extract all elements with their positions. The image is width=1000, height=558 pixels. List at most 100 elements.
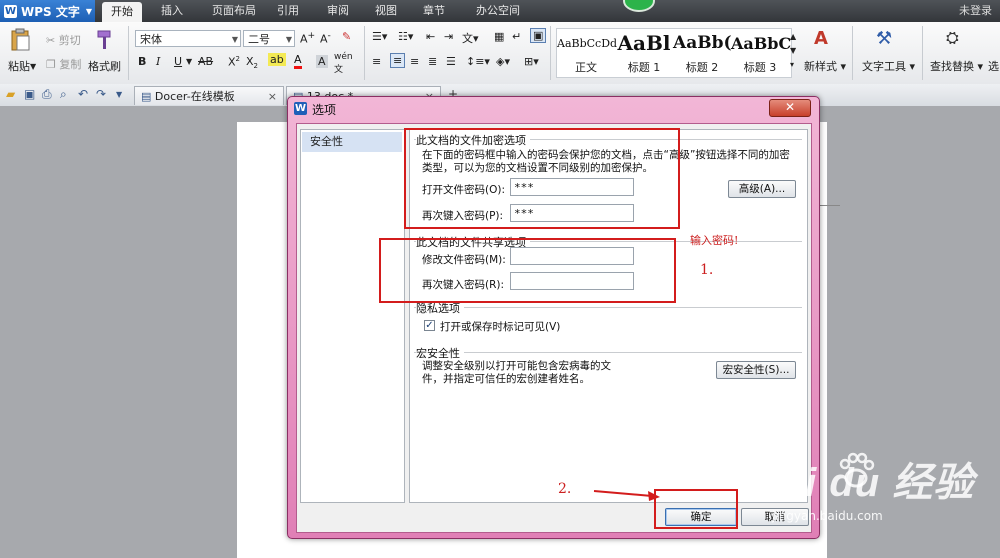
distribute-icon[interactable]: ☰ [446,55,456,68]
advanced-button[interactable]: 高级(A)... [728,180,796,198]
find-replace-button[interactable]: 查找替换 ▾ [930,58,983,74]
macro-section-title: 宏安全性 [416,345,464,361]
annotation-arrow [593,490,660,501]
paste-button[interactable]: 粘贴 [8,58,30,74]
border-icon[interactable]: ⊞▾ [524,55,539,68]
ribbon-separator [550,26,551,80]
style-heading-3[interactable]: AaBbC 标题 3 [731,29,791,77]
login-status[interactable]: 未登录 [959,0,992,22]
paste-icon[interactable] [8,28,36,52]
new-style-icon[interactable]: A [814,28,828,49]
tab-home[interactable]: 开始 [102,2,142,22]
save-icon[interactable]: ▣ [24,87,35,101]
format-painter-button[interactable]: 格式刷 [88,58,121,74]
chinese-layout-icon[interactable]: 文▾ [462,30,479,46]
style-gallery-scroll[interactable]: ▲ ▼ ▾ [790,30,796,72]
doc-tab-docer[interactable]: ▤ Docer-在线模板 × [134,86,284,105]
tab-insert[interactable]: 插入 [150,0,194,22]
status-indicator-icon [623,0,655,12]
section-divider [414,307,802,308]
chevron-down-icon[interactable]: ▼ [30,62,36,71]
cut-button[interactable]: ✂ 剪切 [46,32,81,48]
annotation-box-ok [654,489,738,529]
privacy-checkbox[interactable]: ✓ [424,320,435,331]
tab-office-space[interactable]: 办公空间 [466,0,530,22]
text-tools-icon[interactable]: ⚒ [876,28,892,49]
chevron-down-icon[interactable]: ▼ [116,90,122,99]
style-gallery: AaBbCcDd 正文 AaBl 标题 1 AaBb( 标题 2 AaBbC 标… [556,28,792,78]
category-item-security[interactable]: 安全性 [302,132,402,152]
annotation-box-share [379,238,676,303]
chevron-down-icon[interactable]: ▼ [186,57,192,66]
shading-icon[interactable]: ◈▾ [496,55,510,68]
highlight-icon[interactable]: ab [268,53,286,66]
wps-app-menu-button[interactable]: W WPS 文字 ▼ [0,0,95,22]
close-icon[interactable]: × [268,87,277,106]
new-style-button[interactable]: 新样式 ▾ [804,58,846,74]
tab-section[interactable]: 章节 [414,0,454,22]
font-name-select[interactable]: 宋体 ▼ [135,30,241,47]
show-marks-icon[interactable]: ↵ [512,30,521,43]
strikethrough-icon[interactable]: AB [198,55,213,68]
ribbon-toolbar: 粘贴 ▼ ✂ 剪切 ❐ 复制 格式刷 宋体 ▼ 二号 ▼ A+ A- ✎ B I U… [0,22,1000,85]
style-heading-1[interactable]: AaBl 标题 1 [615,29,673,77]
style-normal[interactable]: AaBbCcDd 正文 [557,29,617,77]
font-color-icon[interactable]: A [294,53,302,69]
shrink-font-icon[interactable]: A- [320,30,331,46]
decrease-indent-icon[interactable]: ⇤ [426,30,435,43]
section-divider [414,352,802,353]
subscript-icon[interactable]: X2 [246,55,258,70]
tab-references[interactable]: 引用 [268,0,308,22]
copy-icon: ❐ [46,58,56,71]
align-right-icon[interactable]: ≡ [410,55,419,68]
chevron-down-icon: ▼ [231,35,238,44]
macro-description: 调整安全级别以打开可能包含宏病毒的文 件，并指定可信任的宏创建者姓名。 [422,360,611,385]
clear-format-icon[interactable]: ✎ [342,30,351,43]
align-center-icon[interactable]: ≡ [390,53,406,68]
binoculars-icon[interactable]: ⛭ [946,28,959,48]
line-spacing-icon[interactable]: ↕≡▾ [466,55,490,68]
undo-icon[interactable]: ↶ [78,87,88,101]
format-painter-icon[interactable] [92,28,120,52]
dialog-title: 选项 [312,103,337,117]
superscript-icon[interactable]: X2 [228,55,240,69]
dialog-title-bar[interactable]: W 选项 ✕ [288,97,819,119]
ribbon-separator [128,26,129,80]
underline-icon[interactable]: U [174,55,182,68]
text-tools-button[interactable]: 文字工具 ▾ [862,58,915,74]
tab-view[interactable]: 视图 [366,0,406,22]
tab-review[interactable]: 审阅 [318,0,358,22]
chevron-down-icon: ▼ [85,6,93,16]
bold-icon[interactable]: B [138,55,146,68]
char-shading-icon[interactable]: A [316,55,328,68]
italic-icon[interactable]: I [156,55,160,68]
redo-icon[interactable]: ↷ [96,87,106,101]
macro-security-button[interactable]: 宏安全性(S)... [716,361,796,379]
baidu-watermark-url: jingyan.baidu.com [772,509,883,523]
grow-font-icon[interactable]: A+ [300,30,315,46]
bullet-list-icon[interactable]: ☰▾ [372,30,387,43]
annotation-step-1: 1. [700,262,714,278]
annotation-box-encrypt [404,128,680,229]
wps-app-name: WPS 文字 [21,4,80,19]
justify-icon[interactable]: ≣ [428,55,437,68]
copy-button[interactable]: ❐ 复制 [46,56,81,72]
select-button[interactable]: 选 [988,58,999,74]
print-icon[interactable]: ⎙ [42,87,52,102]
align-left-icon[interactable]: ≡ [372,55,381,68]
style-heading-2[interactable]: AaBb( 标题 2 [673,29,732,77]
phonetic-guide-icon[interactable]: wén 文 [334,52,353,75]
dialog-close-button[interactable]: ✕ [769,99,811,117]
numbered-list-icon[interactable]: ☷▾ [398,30,413,43]
print-preview-icon[interactable]: ⌕ [60,87,67,102]
chevron-down-icon: ▼ [285,35,292,44]
docer-icon: ▤ [141,90,152,103]
font-size-select[interactable]: 二号 ▼ [243,30,295,47]
paragraph-icon[interactable]: ▣ [530,28,547,43]
increase-indent-icon[interactable]: ⇥ [444,30,453,43]
open-folder-icon[interactable]: ▰ [6,87,15,101]
tab-page-layout[interactable]: 页面布局 [202,0,266,22]
wps-writer-icon: W [294,102,307,115]
privacy-checkbox-label[interactable]: 打开或保存时标记可见(V) [440,319,560,334]
table-icon[interactable]: ▦ [494,30,504,43]
